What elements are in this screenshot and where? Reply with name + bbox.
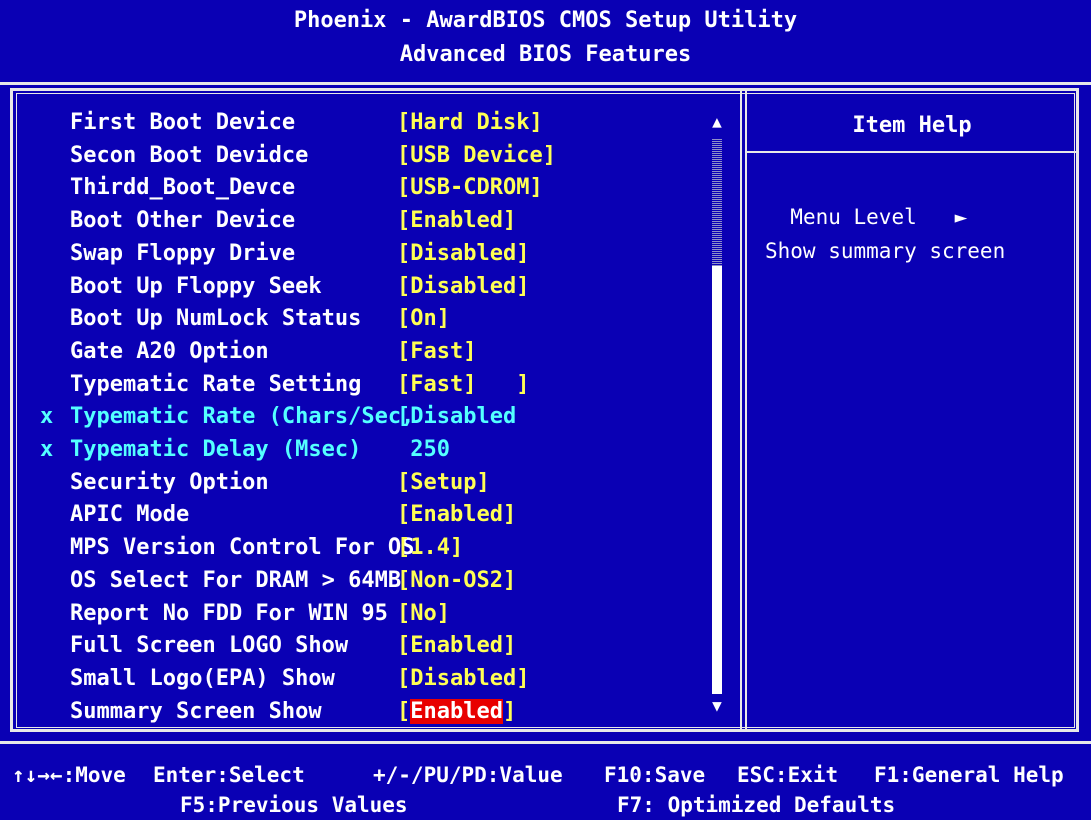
setting-label: Thirdd_Boot_Devce [70,175,296,200]
panel-divider [740,88,747,732]
setting-label: Full Screen LOGO Show [70,633,349,658]
setting-row[interactable]: APIC Mode [Enabled] [40,498,700,531]
setting-label: Report No FDD For WIN 95 [70,601,388,626]
key-general-help: F1:General Help [874,763,1064,787]
setting-value[interactable]: [Disabled] [397,237,529,270]
setting-row[interactable]: Thirdd_Boot_Devce [USB-CDROM] [40,171,700,204]
key-select: Enter:Select [153,763,305,787]
setting-label: OS Select For DRAM > 64MB [70,568,402,593]
setting-row[interactable]: Boot Up NumLock Status [On] [40,302,700,335]
setting-row-selected[interactable]: Summary Screen Show [Enabled] [40,695,700,728]
setting-value[interactable]: [1.4] [397,531,463,564]
key-optimized-defaults: F7: Optimized Defaults [617,793,896,817]
menu-level-label: Menu Level [790,205,917,229]
help-text: Show summary screen [765,239,1006,263]
setting-value[interactable]: [Enabled] [397,498,516,531]
disabled-marker: x [40,404,54,429]
setting-label: Boot Other Device [70,208,296,233]
setting-label: Security Option [70,470,269,495]
setting-label: Boot Up NumLock Status [70,306,362,331]
header-divider [0,82,1091,85]
setting-label: Gate A20 Option [70,339,269,364]
scroll-down-arrow-icon[interactable]: ▼ [710,696,724,716]
setting-value[interactable]: [USB Device] [397,139,556,172]
scroll-up-arrow-icon[interactable]: ▲ [710,112,724,132]
setting-row[interactable]: Secon Boot Devidce [USB Device] [40,139,700,172]
setting-label: Typematic Delay (Msec) [70,437,362,462]
selected-value-highlight[interactable]: Enabled [410,699,503,724]
setting-row[interactable]: Security Option [Setup] [40,466,700,499]
setting-value[interactable]: [Setup] [397,466,490,499]
setting-value[interactable]: [Disabled] [397,270,529,303]
help-divider [747,151,1077,153]
setting-label: Secon Boot Devidce [70,143,309,168]
setting-row[interactable]: MPS Version Control For OS [1.4] [40,531,700,564]
setting-row[interactable]: First Boot Device [Hard Disk] [40,106,700,139]
setting-value[interactable]: [Non-OS2] [397,564,516,597]
app-title: Phoenix - AwardBIOS CMOS Setup Utility [293,8,798,33]
key-value: +/-/PU/PD:Value [373,763,563,787]
setting-label: Boot Up Floppy Seek [70,274,322,299]
scrollbar-thumb[interactable] [712,266,722,694]
setting-row: x Typematic Rate (Chars/Sec, [Disabled [40,400,700,433]
setting-value[interactable]: [Enabled] [397,204,516,237]
title-bar: Phoenix - AwardBIOS CMOS Setup Utility A… [0,0,1091,82]
setting-row[interactable]: Report No FDD For WIN 95 [No] [40,597,700,630]
key-save: F10:Save [604,763,706,787]
setting-row: x Typematic Delay (Msec) 250 [40,433,700,466]
footer-divider [0,741,1091,744]
setting-row[interactable]: Full Screen LOGO Show [Enabled] [40,629,700,662]
setting-label: Typematic Rate (Chars/Sec, [70,404,415,429]
setting-value: [Disabled [397,404,517,429]
disabled-marker: x [40,437,54,462]
setting-row[interactable]: Small Logo(EPA) Show [Disabled] [40,662,700,695]
setting-value[interactable]: [Fast] ] [397,368,529,401]
key-move: ↑↓→←:Move [12,763,126,787]
setting-row[interactable]: Typematic Rate Setting [Fast] ] [40,368,700,401]
setting-value[interactable]: [Enabled] [397,629,516,662]
setting-value[interactable]: [No] [397,597,450,630]
setting-label: Typematic Rate Setting [70,372,362,397]
setting-row[interactable]: OS Select For DRAM > 64MB [Non-OS2] [40,564,700,597]
scrollbar-track[interactable] [712,138,722,266]
setting-value[interactable]: [Disabled] [397,662,529,695]
menu-level: Menu Level ► [765,172,967,232]
setting-label: First Boot Device [70,110,296,135]
setting-label: Small Logo(EPA) Show [70,666,335,691]
setting-value[interactable]: [USB-CDROM] [397,171,543,204]
key-exit: ESC:Exit [737,763,839,787]
setting-label: Summary Screen Show [70,699,322,724]
item-help-title: Item Help [852,113,972,138]
key-previous-values: F5:Previous Values [180,793,408,817]
setting-value: 250 [397,437,450,462]
setting-value[interactable]: [Hard Disk] [397,106,543,139]
setting-value[interactable]: [Enabled] [397,695,516,728]
setting-label: APIC Mode [70,502,190,527]
setting-row[interactable]: Gate A20 Option [Fast] [40,335,700,368]
menu-level-arrow-icon: ► [954,205,968,229]
setting-label: MPS Version Control For OS [70,535,415,560]
setting-value[interactable]: [On] [397,302,450,335]
setting-label: Swap Floppy Drive [70,241,296,266]
setting-row[interactable]: Boot Up Floppy Seek [Disabled] [40,270,700,303]
page-title: Advanced BIOS Features [399,42,692,67]
setting-row[interactable]: Boot Other Device [Enabled] [40,204,700,237]
setting-value[interactable]: [Fast] [397,335,476,368]
setting-row[interactable]: Swap Floppy Drive [Disabled] [40,237,700,270]
